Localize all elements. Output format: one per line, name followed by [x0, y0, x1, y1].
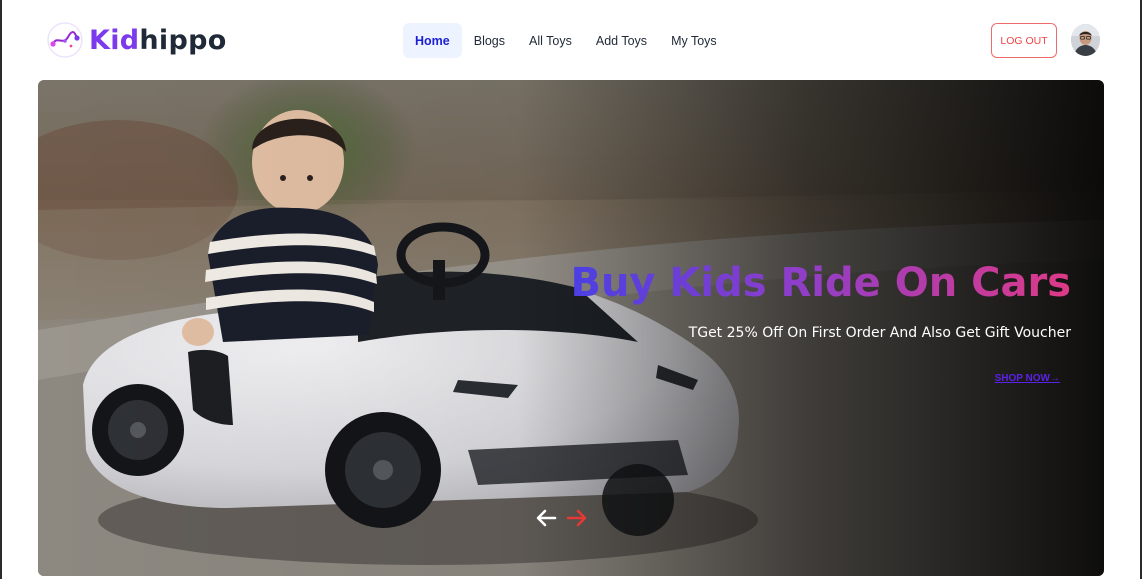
nav-item-all-toys[interactable]: All Toys: [517, 23, 584, 58]
user-avatar[interactable]: [1071, 24, 1100, 56]
nav-item-add-toys[interactable]: Add Toys: [584, 23, 659, 58]
logo-icon: [47, 22, 83, 58]
brand-name-part2: hippo: [139, 24, 227, 56]
nav-item-home[interactable]: Home: [403, 23, 462, 58]
carousel-next-arrow-icon[interactable]: [566, 508, 588, 528]
arrow-right-icon: →: [1050, 373, 1060, 384]
nav-item-blogs[interactable]: Blogs: [462, 23, 517, 58]
logout-button[interactable]: LOG OUT: [991, 23, 1057, 58]
nav-item-my-toys[interactable]: My Toys: [659, 23, 729, 58]
brand-name-part1: Kid: [89, 24, 140, 56]
brand-logo[interactable]: Kidhippo: [44, 20, 227, 60]
shop-now-link[interactable]: SHOP NOW→: [995, 373, 1060, 384]
avatar-photo-icon: [1071, 24, 1100, 56]
hero-banner: Buy Kids Ride On Cars TGet 25% Off On Fi…: [38, 80, 1104, 576]
brand-name: Kidhippo: [89, 25, 227, 56]
top-navbar: Kidhippo Home Blogs All Toys Add Toys My…: [2, 0, 1142, 80]
hero-title: Buy Kids Ride On Cars: [570, 260, 1071, 306]
carousel-prev-arrow-icon[interactable]: [535, 508, 557, 528]
shop-now-label: SHOP NOW: [994, 373, 1050, 384]
main-nav: Home Blogs All Toys Add Toys My Toys: [403, 23, 729, 58]
hero-subtitle: TGet 25% Off On First Order And Also Get…: [688, 325, 1071, 341]
